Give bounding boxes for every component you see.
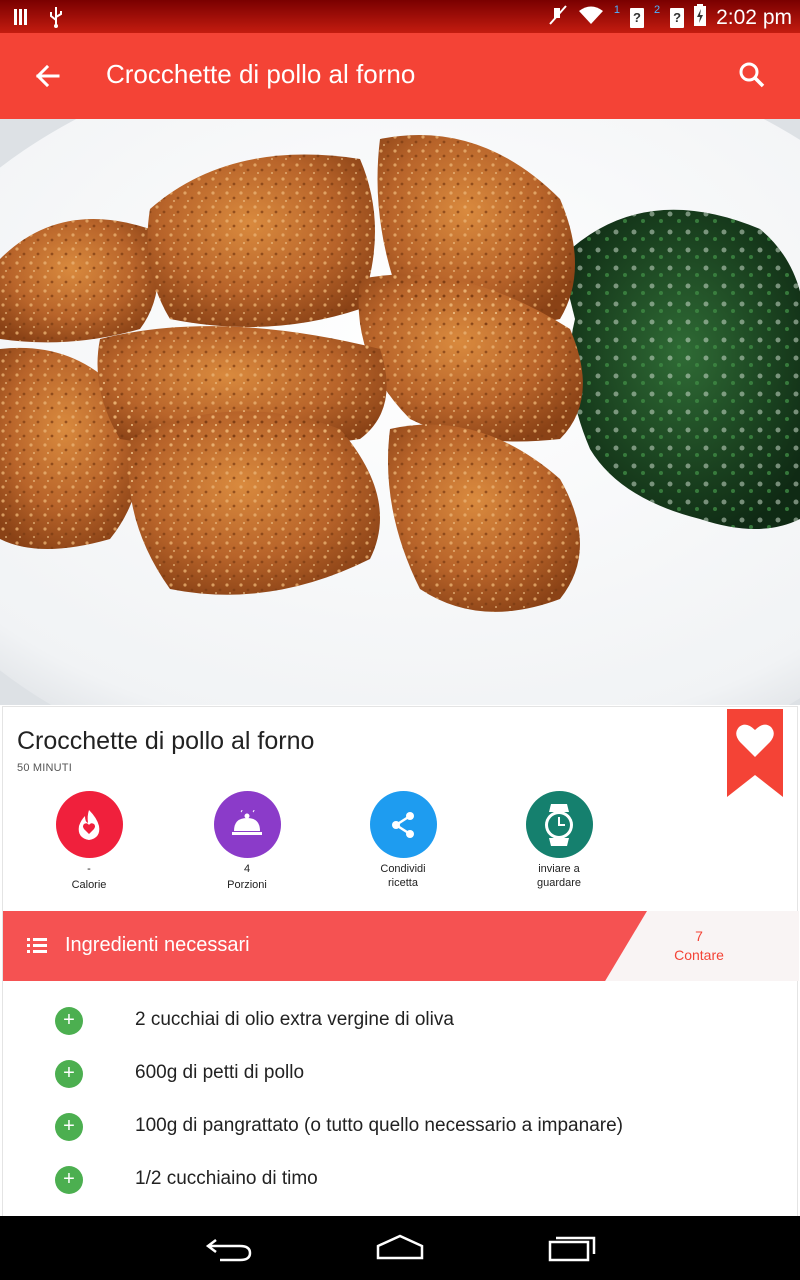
usb-icon <box>48 6 64 33</box>
add-ingredient-icon[interactable]: + <box>55 1166 83 1194</box>
servings-value: 4 <box>243 863 251 875</box>
watch-icon <box>525 791 593 858</box>
calories-label: Calorie <box>71 879 107 891</box>
share-recipe-action[interactable]: Condividi ricetta <box>343 791 463 890</box>
share-label: ricetta <box>388 877 418 889</box>
share-icon <box>369 791 437 858</box>
status-time: 2:02 pm <box>716 5 792 29</box>
sim-card-icon <box>14 7 30 32</box>
ingredient-text: 1/2 cucchiaino di timo <box>135 1168 318 1189</box>
wifi-icon <box>578 5 604 30</box>
arrow-back-icon[interactable] <box>30 58 66 94</box>
back-nav-icon[interactable] <box>200 1230 260 1266</box>
ingredients-header: Ingredienti necessari 7 Contare <box>3 911 799 981</box>
unknown-signal-icon-2: ? <box>670 7 685 28</box>
watch-value: inviare a <box>538 863 580 875</box>
list-item: + 100g di pangrattato (o tutto quello ne… <box>3 1107 799 1160</box>
calories-action[interactable]: - Calorie <box>29 791 149 894</box>
recipe-actions: - Calorie 4 Porzioni Condividi ricetta i… <box>3 791 623 901</box>
screen: 1 ? 2 ? 2:02 pm Crocchette di pollo al f… <box>0 0 800 1280</box>
list-icon <box>27 936 49 956</box>
recipe-title: Crocchette di pollo al forno <box>17 727 315 755</box>
watch-label: guardare <box>536 877 582 889</box>
ingredients-count-value: 7 <box>695 928 703 944</box>
calories-value: - <box>87 863 91 875</box>
app-toolbar: Crocchette di pollo al forno <box>0 33 800 119</box>
favorite-bookmark-icon[interactable] <box>727 709 783 797</box>
recipe-photo <box>0 119 800 705</box>
unknown-signal-icon: ? <box>629 7 644 28</box>
recipe-card: Crocchette di pollo al forno 50 MINUTI -… <box>2 706 799 1226</box>
add-ingredient-icon[interactable]: + <box>55 1007 83 1035</box>
list-item: + 2 cucchiai di olio extra vergine di ol… <box>3 1001 799 1054</box>
share-value: Condividi <box>380 863 426 875</box>
ingredients-count-label: Contare <box>674 947 724 963</box>
serving-dish-icon <box>213 791 281 858</box>
servings-label: Porzioni <box>227 879 267 891</box>
add-ingredient-icon[interactable]: + <box>55 1113 83 1141</box>
sim2-label: 2 <box>653 3 661 16</box>
home-nav-icon[interactable] <box>370 1230 430 1266</box>
mute-icon <box>548 4 568 31</box>
system-nav-bar <box>0 1216 800 1280</box>
add-ingredient-icon[interactable]: + <box>55 1060 83 1088</box>
recents-nav-icon[interactable] <box>540 1230 600 1266</box>
toolbar-title: Crocchette di pollo al forno <box>106 59 416 89</box>
ingredients-title: Ingredienti necessari <box>65 934 250 956</box>
recipe-time: 50 MINUTI <box>17 762 72 774</box>
ingredients-list: + 2 cucchiai di olio extra vergine di ol… <box>3 1001 799 1213</box>
servings-action[interactable]: 4 Porzioni <box>187 791 307 894</box>
ingredient-text: 600g di petti di pollo <box>135 1062 305 1083</box>
list-item: + 1/2 cucchiaino di timo <box>3 1160 799 1213</box>
sim1-label: 1 <box>613 3 620 16</box>
send-to-watch-action[interactable]: inviare a guardare <box>499 791 619 890</box>
status-bar: 1 ? 2 ? 2:02 pm <box>0 0 800 33</box>
ingredient-text: 2 cucchiai di olio extra vergine di oliv… <box>135 1009 454 1030</box>
ingredients-count: 7 Contare <box>651 927 747 965</box>
flame-heart-icon <box>55 791 123 858</box>
list-item: + 600g di petti di pollo <box>3 1054 799 1107</box>
battery-charging-icon <box>694 4 707 31</box>
ingredient-text: 100g di pangrattato (o tutto quello nece… <box>135 1115 623 1136</box>
search-icon[interactable] <box>734 57 770 93</box>
